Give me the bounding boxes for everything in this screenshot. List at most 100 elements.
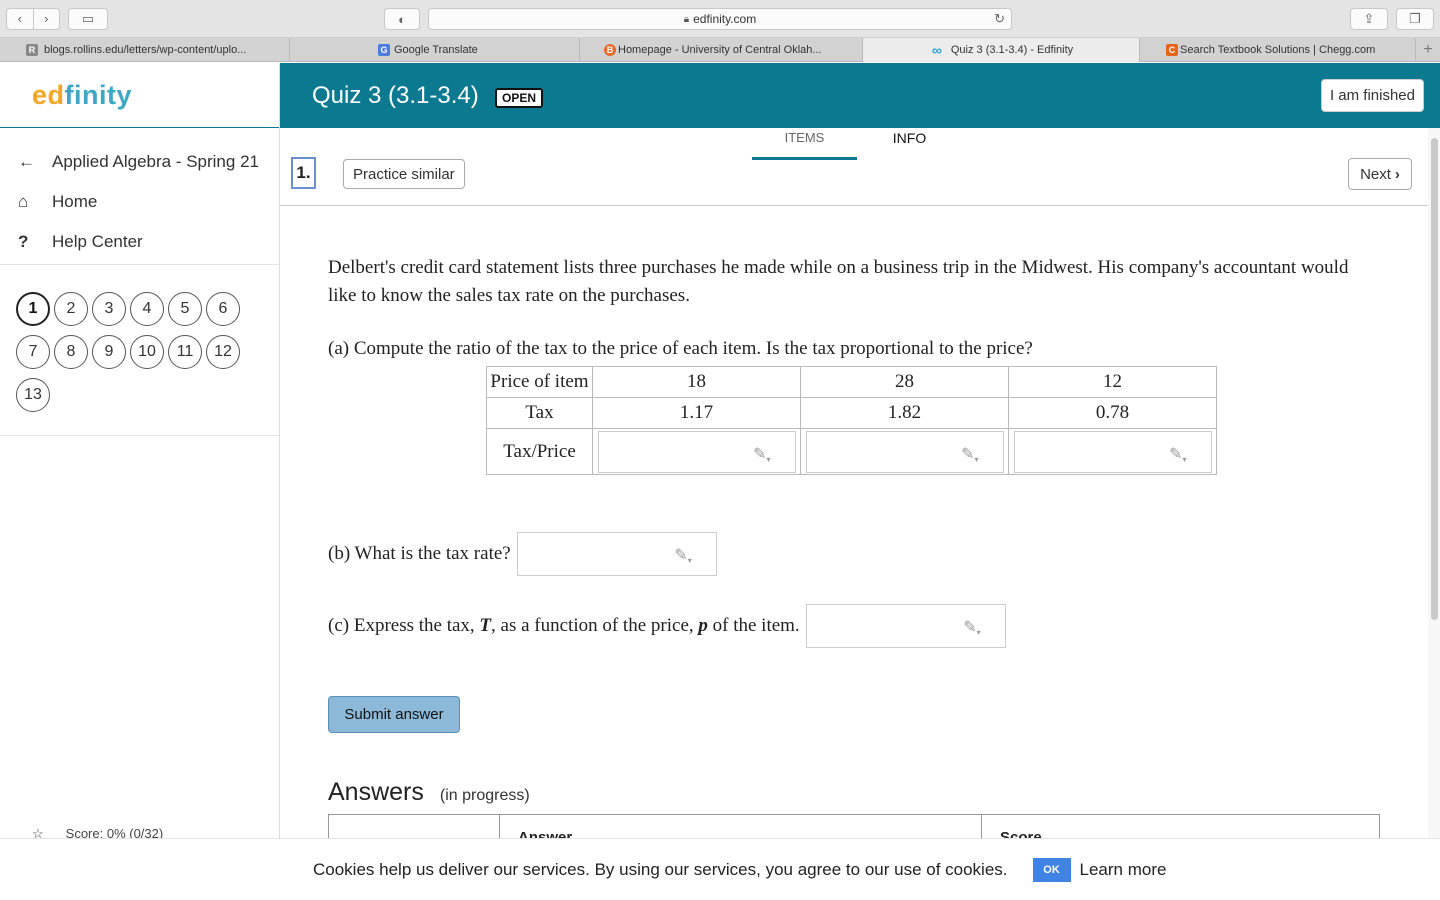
table-row: Tax 1.17 1.82 0.78 — [486, 397, 1217, 429]
answers-column-header: Score — [1000, 829, 1042, 838]
logo-part-finity: finity — [64, 79, 133, 110]
question-mark-icon: ? — [18, 232, 29, 251]
scrollbar[interactable] — [1428, 128, 1440, 838]
pencil-icon[interactable]: ✎▾ — [1169, 444, 1186, 464]
back-forward-buttons[interactable]: ‹ › — [6, 8, 60, 30]
privacy-shield-icon[interactable]: ◐ — [384, 8, 420, 30]
cookie-text: Cookies help us deliver our services. By… — [313, 859, 1008, 879]
prompt-text: of the item. — [707, 615, 800, 636]
sidebar-toggle-icon[interactable]: ▭ — [68, 8, 108, 30]
prompt-text: (c) Express the tax, — [328, 615, 480, 636]
question-header: ITEMS INFO 1. Practice similar Next › — [280, 128, 1428, 206]
row-header-price: Price of item — [486, 366, 593, 398]
question-row: 7 8 9 10 11 12 — [16, 335, 279, 369]
table-row: Price of item 18 28 12 — [486, 366, 1217, 398]
browser-toolbar: ‹ › ▭ ◐ 🔒︎ edfinity.com ↻ ⇪ ❐ — [0, 0, 1440, 38]
table-cell: ✎▾ — [1008, 428, 1217, 475]
submit-answer-button[interactable]: Submit answer — [328, 696, 460, 733]
variable-T: T — [479, 615, 492, 636]
question-number-button[interactable]: 4 — [130, 292, 164, 326]
i-am-finished-button[interactable]: I am finished — [1320, 79, 1424, 112]
answers-column-header — [329, 815, 500, 838]
address-bar[interactable]: 🔒︎ edfinity.com ↻ — [428, 8, 1012, 30]
question-number-button[interactable]: 9 — [92, 335, 126, 369]
next-button[interactable]: Next › — [1348, 158, 1412, 190]
arrow-left-icon: ← — [18, 152, 35, 171]
tab-items[interactable]: ITEMS — [752, 128, 857, 160]
answers-table: Answer Score — [328, 814, 1380, 838]
pencil-icon[interactable]: ✎▾ — [753, 444, 770, 464]
sidebar-item-label: Applied Algebra - Spring 21 — [52, 152, 259, 171]
tab-overview-icon[interactable]: ❐ — [1396, 8, 1434, 30]
question-number-button[interactable]: 11 — [168, 335, 202, 369]
question-number-button[interactable]: 12 — [206, 335, 240, 369]
question-number-button[interactable]: 13 — [16, 378, 50, 412]
question-number-button[interactable]: 5 — [168, 292, 202, 326]
prompt-text: , as a function of the price, — [491, 615, 699, 636]
pencil-icon[interactable]: ✎▾ — [961, 444, 978, 464]
question-number-button[interactable]: 7 — [16, 335, 50, 369]
page-title: Quiz 3 (3.1-3.4) — [312, 82, 479, 109]
sidebar-item-help[interactable]: ? Help Center — [0, 222, 279, 262]
browser-tab-rollins[interactable]: R blogs.rollins.edu/letters/wp-content/u… — [0, 38, 290, 62]
main-content: ITEMS INFO 1. Practice similar Next › De… — [280, 128, 1428, 838]
logo-part-ed: ed — [32, 79, 65, 110]
logo-area: edfinity — [0, 63, 279, 128]
browser-tab-google-translate[interactable]: G Google Translate — [290, 38, 580, 62]
chevron-right-icon: › — [1394, 165, 1400, 183]
left-sidebar: edfinity ← Applied Algebra - Spring 21 ⌂… — [0, 63, 280, 900]
chegg-favicon-icon: C — [1166, 44, 1178, 56]
reload-icon[interactable]: ↻ — [994, 11, 1005, 27]
tab-info[interactable]: INFO — [857, 128, 962, 160]
rollins-favicon-icon: R — [26, 44, 38, 56]
part-c-prompt: (c) Express the tax, T, as a function of… — [328, 615, 800, 637]
question-number-button[interactable]: 10 — [130, 335, 164, 369]
browser-tab-chegg[interactable]: C Search Textbook Solutions | Chegg.com — [1140, 38, 1416, 62]
share-icon[interactable]: ⇪ — [1350, 8, 1388, 30]
sidebar-item-label: Home — [52, 192, 98, 211]
question-number-button[interactable]: 8 — [54, 335, 88, 369]
pencil-icon[interactable]: ✎▾ — [674, 545, 691, 565]
edfinity-logo[interactable]: edfinity — [32, 80, 132, 111]
sidebar-item-home[interactable]: ⌂ Home — [0, 182, 279, 222]
question-row: 13 — [16, 378, 279, 412]
sidebar-nav: ← Applied Algebra - Spring 21 ⌂ Home ? H… — [0, 128, 279, 265]
browser-tab-edfinity[interactable]: ∞ Quiz 3 (3.1-3.4) - Edfinity — [863, 38, 1140, 62]
tax-rate-answer-input[interactable]: ✎▾ — [516, 532, 717, 576]
new-tab-icon[interactable]: + — [1416, 38, 1440, 61]
ratio-answer-input-3[interactable]: ✎▾ — [1013, 430, 1212, 473]
url-text: edfinity.com — [693, 12, 757, 26]
cookie-ok-button[interactable]: OK — [1032, 857, 1071, 882]
ratio-answer-input-1[interactable]: ✎▾ — [597, 430, 796, 473]
table-cell: ✎▾ — [800, 428, 1009, 475]
browser-tab-uco[interactable]: B Homepage - University of Central Oklah… — [580, 38, 863, 62]
learn-more-link[interactable]: Learn more — [1080, 860, 1167, 880]
question-number-button[interactable]: 1 — [16, 292, 50, 326]
scrollbar-thumb[interactable] — [1431, 138, 1438, 620]
table-cell: ✎▾ — [592, 428, 801, 475]
question-number-button[interactable]: 6 — [206, 292, 240, 326]
pencil-icon[interactable]: ✎▾ — [963, 617, 980, 637]
forward-icon[interactable]: › — [34, 9, 60, 29]
question-number-button[interactable]: 3 — [92, 292, 126, 326]
sidebar-item-label: Help Center — [52, 232, 143, 251]
table-cell: 1.82 — [800, 397, 1009, 429]
function-answer-input[interactable]: ✎▾ — [805, 604, 1006, 648]
tab-label: Quiz 3 (3.1-3.4) - Edfinity — [950, 44, 1074, 56]
question-navigator: 1 2 3 4 5 6 7 8 9 10 11 12 13 — [0, 265, 279, 436]
sidebar-item-course[interactable]: ← Applied Algebra - Spring 21 — [0, 142, 279, 182]
row-header-tax: Tax — [486, 397, 593, 429]
uco-favicon-icon: B — [604, 44, 616, 56]
practice-similar-button[interactable]: Practice similar — [343, 159, 465, 189]
tax-price-table: Price of item 18 28 12 Tax 1.17 1.82 0.7… — [486, 366, 1217, 475]
answers-column-header: Answer — [500, 815, 982, 838]
part-b: (b) What is the tax rate? ✎▾ — [328, 532, 717, 576]
back-icon[interactable]: ‹ — [7, 9, 34, 29]
part-a-prompt: (a) Compute the ratio of the tax to the … — [328, 338, 1033, 359]
item-tabs: ITEMS INFO — [752, 128, 962, 160]
table-cell: 18 — [592, 366, 801, 398]
question-number-label: 1. — [291, 157, 316, 189]
question-number-button[interactable]: 2 — [54, 292, 88, 326]
ratio-answer-input-2[interactable]: ✎▾ — [805, 430, 1004, 473]
home-icon: ⌂ — [18, 192, 29, 211]
